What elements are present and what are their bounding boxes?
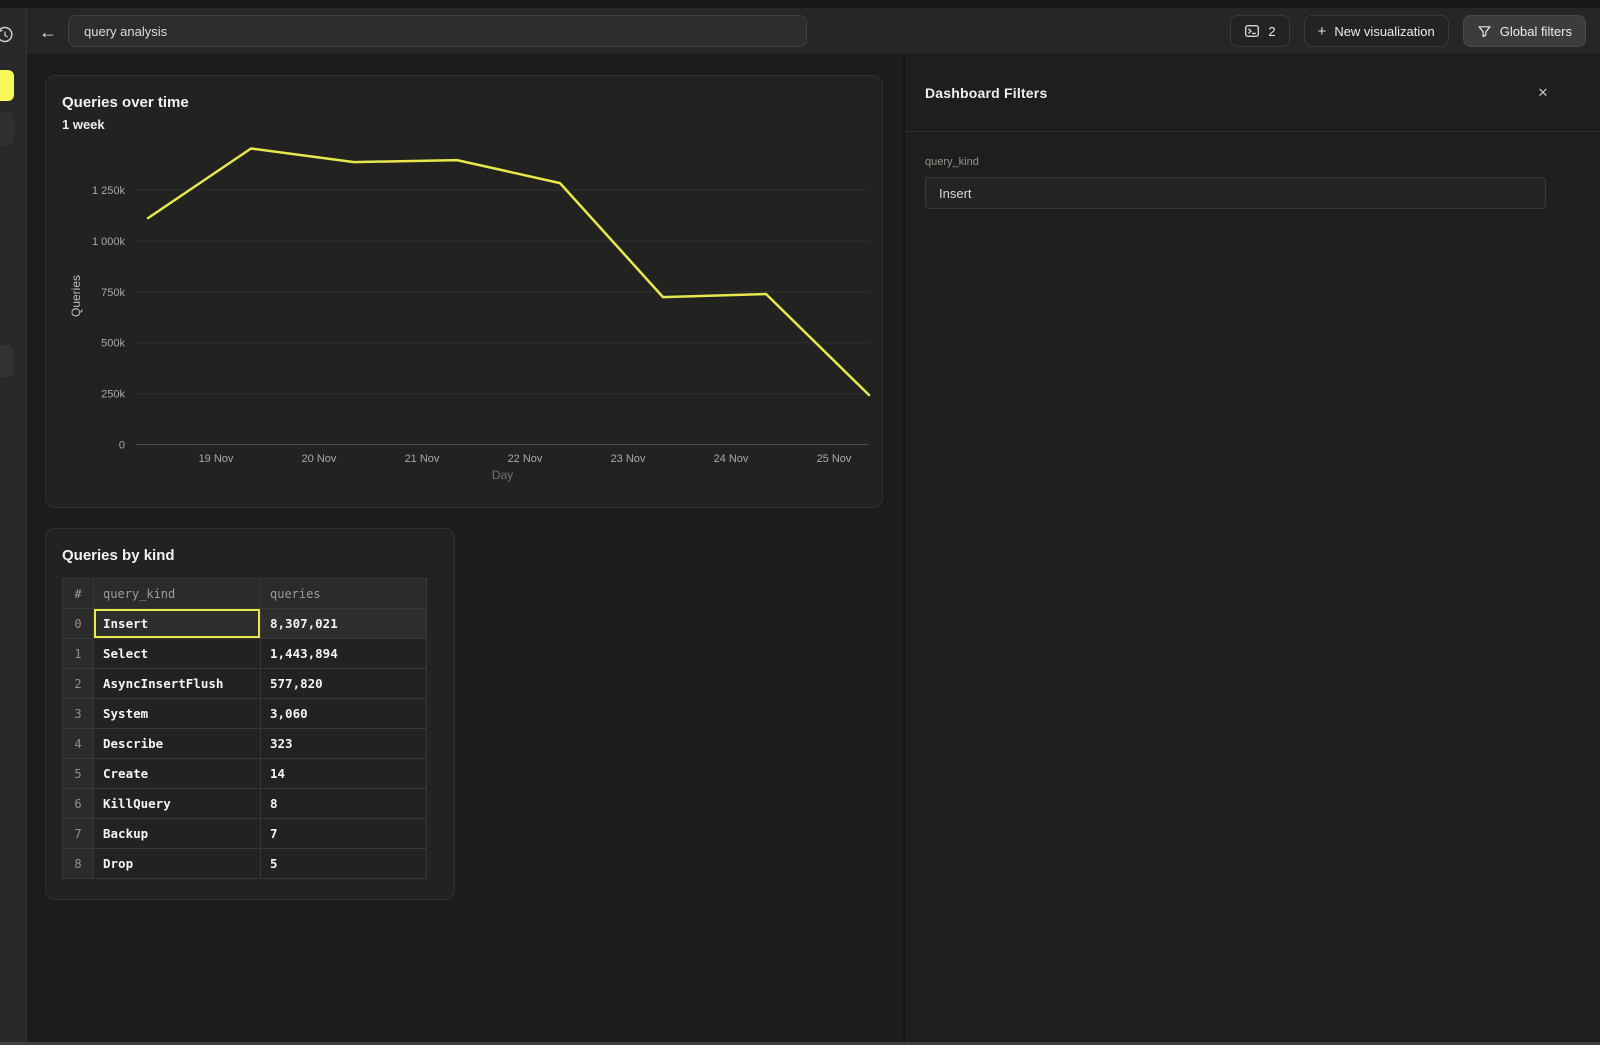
row-index-cell: 3 [63,699,94,729]
query-kind-filter-input[interactable] [925,177,1546,209]
queries-cell[interactable]: 14 [261,759,427,789]
queries-cell[interactable]: 577,820 [261,669,427,699]
query-kind-cell[interactable]: Drop [94,849,261,879]
query-kind-cell[interactable]: KillQuery [94,789,261,819]
topbar: ← 2 + New visualization Global filter [0,8,1600,55]
back-button[interactable]: ← [36,20,60,44]
row-index-cell: 8 [63,849,94,879]
chart-line-queries [148,149,869,396]
row-index-cell: 1 [63,639,94,669]
row-index-cell: 5 [63,759,94,789]
queries-cell[interactable]: 1,443,894 [261,639,427,669]
query-kind-cell[interactable]: Insert [94,609,261,639]
sidebar-tile[interactable] [0,345,14,377]
main-canvas: 0250k500k750k1 000k1 250k19 Nov20 Nov21 … [28,55,901,1045]
filters-panel-title: Dashboard Filters [925,85,1534,101]
y-tick-label: 500k [101,338,125,350]
x-axis-title: Day [492,468,513,482]
funnel-icon [1477,24,1492,39]
queries-cell[interactable]: 8,307,021 [261,609,427,639]
x-tick-label: 25 Nov [817,453,852,465]
row-index-cell: 7 [63,819,94,849]
filters-panel-body: query_kind [905,132,1600,209]
sidebar-tile[interactable] [0,112,14,146]
dashboard-title-input[interactable] [68,15,807,47]
table-row: 8Drop5 [63,849,427,879]
console-icon [1244,23,1260,39]
sidebar-active-dashboard-tile[interactable] [0,70,14,101]
row-index-cell: 0 [63,609,94,639]
x-tick-label: 21 Nov [405,453,440,465]
row-index-cell: 6 [63,789,94,819]
queries-over-time-chart[interactable]: 0 250k 500k 750k 1 000k 1 250k 19 Nov 20 Nov 21 … [46,76,884,509]
query-kind-cell[interactable]: AsyncInsertFlush [94,669,261,699]
console-tab-count: 2 [1268,24,1275,39]
query-kind-cell[interactable]: System [94,699,261,729]
y-axis-title: Queries [69,275,83,317]
x-tick-label: 23 Nov [611,453,646,465]
queries-by-kind-card: Queries by kind # query_kind queries 0In… [45,528,455,900]
table-row: 4Describe323 [63,729,427,759]
x-tick-label: 19 Nov [199,453,234,465]
console-tabs-button[interactable]: 2 [1230,15,1289,47]
header-query-kind: query_kind [94,579,261,609]
queries-cell[interactable]: 5 [261,849,427,879]
y-tick-label: 0 [119,440,125,452]
query-kind-cell[interactable]: Describe [94,729,261,759]
query-kind-filter-label: query_kind [925,156,1546,168]
plus-icon: + [1318,24,1327,39]
queries-cell[interactable]: 3,060 [261,699,427,729]
left-sidebar-rail [0,8,27,1045]
table-row: 2AsyncInsertFlush577,820 [63,669,427,699]
chart-title: Queries over time [62,94,189,111]
queries-cell[interactable]: 8 [261,789,427,819]
filters-panel-header: Dashboard Filters ✕ [905,55,1600,132]
global-filters-button[interactable]: Global filters [1463,15,1586,47]
queries-cell[interactable]: 7 [261,819,427,849]
table-title: Queries by kind [62,547,175,564]
new-visualization-label: New visualization [1334,24,1434,39]
y-tick-label: 250k [101,389,125,401]
x-tick-label: 22 Nov [508,453,543,465]
topbar-actions: 2 + New visualization Global filters [1230,15,1586,47]
table-row: 0Insert8,307,021 [63,609,427,639]
table-header-row: # query_kind queries [63,579,427,609]
query-kind-cell[interactable]: Create [94,759,261,789]
queries-over-time-card: 0 250k 500k 750k 1 000k 1 250k 19 Nov 20 Nov 21 … [45,75,883,508]
dashboard-filters-panel: Dashboard Filters ✕ query_kind [903,55,1600,1045]
close-icon[interactable]: ✕ [1534,84,1552,102]
table-row: 7Backup7 [63,819,427,849]
row-index-cell: 2 [63,669,94,699]
y-tick-label: 750k [101,287,125,299]
table-row: 5Create14 [63,759,427,789]
row-index-cell: 4 [63,729,94,759]
header-index: # [63,579,94,609]
header-queries: queries [261,579,427,609]
chart-subtitle: 1 week [62,117,105,132]
query-kind-cell[interactable]: Backup [94,819,261,849]
global-filters-label: Global filters [1500,24,1572,39]
x-tick-label: 24 Nov [714,453,749,465]
query-kind-cell[interactable]: Select [94,639,261,669]
queries-by-kind-table: # query_kind queries 0Insert8,307,0211Se… [62,578,427,879]
y-tick-label: 1 000k [92,236,126,248]
table-row: 3System3,060 [63,699,427,729]
x-tick-label: 20 Nov [302,453,337,465]
history-icon[interactable] [0,24,16,51]
window-top-strip [0,0,1600,8]
table-row: 1Select1,443,894 [63,639,427,669]
new-visualization-button[interactable]: + New visualization [1304,15,1449,47]
queries-cell[interactable]: 323 [261,729,427,759]
table-row: 6KillQuery8 [63,789,427,819]
y-tick-label: 1 250k [92,185,126,197]
